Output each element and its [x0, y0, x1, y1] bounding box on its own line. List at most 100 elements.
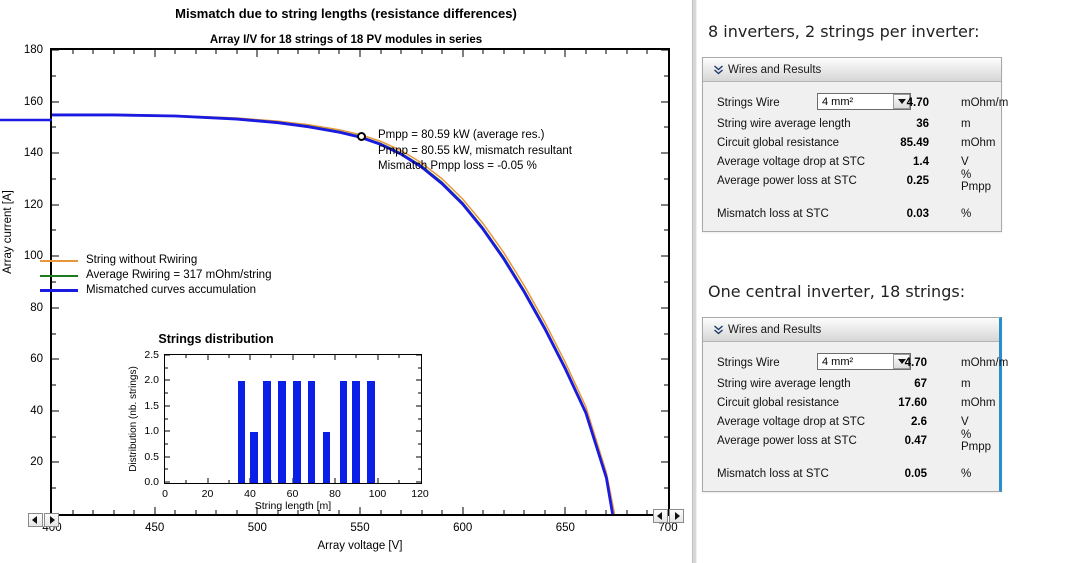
result-row-label: Strings Wire — [717, 356, 780, 369]
result-row-value: 17.60 — [898, 396, 927, 409]
x-minor-tick — [215, 50, 217, 54]
results-pane: 8 inverters, 2 strings per inverter: Wir… — [697, 0, 1090, 563]
inset-y-tick-mark — [165, 354, 170, 356]
y-tick-mark — [52, 307, 59, 309]
section2-heading: One central inverter, 18 strings: — [708, 282, 966, 301]
y-tick-label: 60 — [30, 353, 43, 366]
panel1-header[interactable]: Wires and Results — [703, 58, 1001, 82]
row-spacer — [717, 450, 989, 464]
y-tick-mark-right — [661, 461, 668, 463]
iv-curve-left-extension — [0, 118, 52, 122]
y-tick-label: 20 — [30, 456, 43, 469]
result-row: Average voltage drop at STC 2.6 V — [717, 412, 989, 431]
y-minor-tick — [664, 229, 668, 231]
result-row-unit: % Pmpp — [961, 168, 992, 193]
x-tick-mark — [256, 50, 258, 57]
strings-distribution-inset: Strings distribution Distribution (nb. s… — [66, 332, 429, 514]
inset-plot-area: 0.0 0.5 1.0 1.5 2.0 2.5 0 20 40 60 80 100 120 — [144, 349, 428, 500]
result-row-label: String wire average length — [717, 377, 851, 390]
mpp-annotation: Pmpp = 80.59 kW (average res.) Pmpp = 80… — [378, 128, 572, 175]
inset-y-minor-tick — [418, 392, 421, 394]
result-row-label: Average power loss at STC — [717, 434, 857, 447]
result-row-unit: mOhm/m — [961, 357, 1009, 369]
y-minor-tick — [52, 384, 56, 386]
section1-heading: 8 inverters, 2 strings per inverter: — [708, 22, 980, 41]
inset-x-minor-tick — [398, 480, 400, 483]
x-minor-tick — [626, 510, 628, 514]
x-tick-label: 650 — [555, 522, 575, 534]
inset-y-tick-mark — [165, 405, 170, 407]
strings-wire-select-value: 4 mm² — [822, 95, 854, 108]
result-row-unit: V — [961, 155, 969, 168]
y-minor-tick — [664, 126, 668, 128]
result-row-label: String wire average length — [717, 117, 851, 130]
result-row-label: Mismatch loss at STC — [717, 207, 829, 220]
inset-y-tick-label: 2.5 — [144, 349, 159, 361]
result-row: Strings Wire 4 mm² 4.70 mOhm/m — [717, 92, 1008, 114]
result-row-label: Circuit global resistance — [717, 396, 840, 409]
inset-y-minor-tick — [165, 418, 168, 419]
y-minor-tick — [52, 75, 56, 77]
x-minor-tick — [92, 50, 94, 54]
legend-label-1: Average Rwiring = 317 mOhm/string — [86, 269, 272, 281]
y-tick-mark — [52, 101, 59, 103]
x-axis-scroll-left-button-2[interactable] — [653, 509, 668, 523]
x-axis-scroll-left-button[interactable] — [28, 513, 43, 527]
x-tick-mark — [462, 50, 464, 57]
legend-swatch-orange — [40, 259, 78, 262]
strings-wire-select[interactable]: 4 mm² — [817, 353, 911, 370]
result-row: Average power loss at STC 0.47 % Pmpp — [717, 429, 991, 453]
result-row-unit: m — [961, 117, 971, 130]
y-tick-mark-right — [661, 307, 668, 309]
result-row: Mismatch loss at STC 0.05% — [717, 464, 989, 483]
panel2-header[interactable]: Wires and Results — [703, 318, 999, 342]
x-axis-scroll-right-button[interactable] — [44, 513, 59, 527]
inset-x-tick-mark — [207, 355, 208, 360]
inset-y-tick-mark-right — [416, 379, 421, 381]
inset-x-minor-tick — [270, 480, 272, 483]
inset-x-minor-tick — [228, 355, 230, 358]
inset-y-tick-label: 1.0 — [144, 425, 159, 438]
result-row-unit: mOhm — [961, 136, 996, 149]
x-tick-mark — [359, 50, 361, 57]
result-row-unit: V — [961, 415, 969, 428]
panel1-title: Wires and Results — [728, 63, 822, 76]
inset-x-tick-mark — [207, 478, 208, 483]
inset-y-axis-label: Distribution (nb. strings) — [128, 366, 139, 472]
y-tick-label: 80 — [30, 301, 43, 314]
result-row-label: Strings Wire — [717, 96, 780, 109]
inset-x-tick-label: 20 — [201, 488, 214, 500]
y-minor-tick — [664, 333, 668, 335]
chart-subtitle: Array I/V for 18 strings of 18 PV module… — [209, 34, 483, 46]
y-minor-tick — [664, 436, 668, 438]
inset-x-tick-mark — [334, 478, 336, 483]
panel2-title: Wires and Results — [728, 323, 822, 336]
y-tick-mark-right — [661, 101, 668, 103]
inset-y-tick-label: 2.0 — [144, 374, 159, 387]
panel1-body: Strings Wire 4 mm² 4.70 mOhm/m String wire a… — [703, 82, 1008, 231]
chevron-double-down-icon — [711, 324, 725, 335]
y-tick-mark-right — [661, 152, 668, 154]
result-row-unit: m — [961, 377, 971, 390]
result-row-label: Circuit global resistance — [717, 136, 840, 149]
inset-y-tick-mark-right — [416, 354, 421, 356]
x-minor-tick — [646, 50, 648, 54]
x-minor-tick — [421, 50, 423, 54]
panel2-body: Strings Wire 4 mm² 4.70 mOhm/m String wire a… — [703, 342, 1008, 491]
legend-label-2: Mismatched curves accumulation — [86, 284, 257, 296]
x-axis-scroll-right-button-2[interactable] — [669, 509, 684, 523]
strings-wire-select-value: 4 mm² — [822, 355, 854, 368]
x-minor-tick — [585, 510, 587, 514]
y-tick-mark-right — [661, 204, 668, 206]
y-tick-mark — [52, 49, 59, 51]
result-row: String wire average length 67 m — [717, 374, 989, 393]
y-tick-mark-right — [661, 49, 668, 51]
histogram-bar — [250, 432, 259, 483]
inset-x-minor-tick — [185, 480, 187, 483]
inset-y-minor-tick — [418, 468, 421, 470]
result-row-value: 0.25 — [906, 174, 929, 187]
x-minor-tick — [133, 50, 135, 54]
result-row: Mismatch loss at STC 0.03% — [717, 204, 991, 223]
strings-wire-select[interactable]: 4 mm² — [817, 93, 911, 110]
inset-y-minor-tick — [165, 443, 168, 445]
